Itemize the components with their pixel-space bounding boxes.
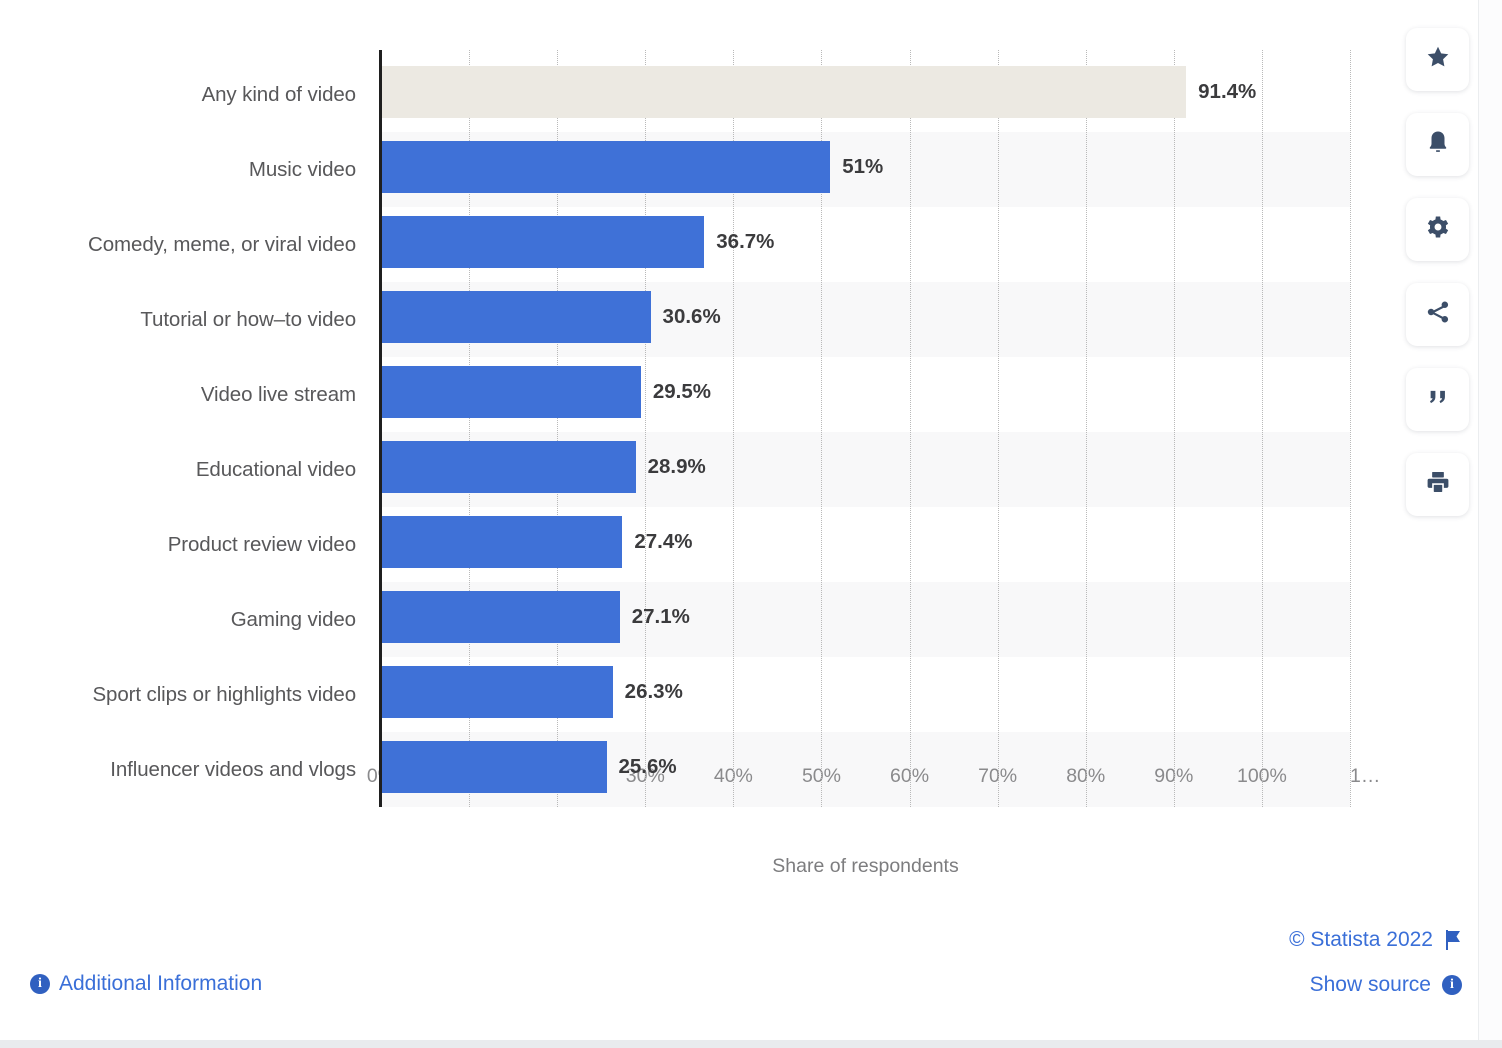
share-icon (1425, 299, 1451, 330)
plot-area: 91.4% 51% 36.7% 30.6% 29.5% 28.9% 27.4% 27.1% 26… (379, 50, 1351, 807)
bar-value-label: 51% (842, 154, 884, 178)
bar[interactable] (381, 140, 831, 193)
category-label: Product review video (167, 533, 356, 556)
bar-value-label: 30.6% (662, 304, 721, 328)
flag-icon (1444, 930, 1462, 950)
bar[interactable] (381, 65, 1187, 118)
bar-value-label: 28.9% (647, 454, 706, 478)
copyright-statista[interactable]: © Statista 2022 (1289, 928, 1462, 952)
toolbar-button-print[interactable] (1406, 453, 1469, 516)
bar[interactable] (381, 440, 636, 493)
category-label: Comedy, meme, or viral video (88, 233, 356, 256)
bar-value-label: 27.4% (634, 529, 693, 553)
y-axis-line (379, 50, 382, 807)
info-icon: i (30, 974, 50, 994)
category-label: Music video (248, 158, 356, 181)
gridline (909, 50, 911, 807)
x-axis-title: Share of respondents (772, 855, 959, 877)
bar-value-label: 91.4% (1198, 79, 1257, 103)
bar[interactable] (381, 215, 705, 268)
gridline (997, 50, 999, 807)
bar[interactable] (381, 590, 620, 643)
gear-icon (1425, 214, 1451, 245)
category-label: Video live stream (200, 383, 356, 406)
toolbar-button-settings[interactable] (1406, 198, 1469, 261)
gridline (1261, 50, 1263, 807)
copyright-label: © Statista 2022 (1289, 928, 1433, 951)
bar[interactable] (381, 515, 623, 568)
show-source-link[interactable]: Show source i (1310, 973, 1462, 997)
bar[interactable] (381, 365, 641, 418)
category-label: Sport clips or highlights video (92, 683, 356, 706)
bell-icon (1425, 129, 1451, 160)
quote-icon (1425, 384, 1451, 415)
bar-value-label: 27.1% (631, 604, 690, 628)
category-label: Gaming video (230, 608, 356, 631)
additional-information-link[interactable]: i Additional Information (30, 972, 262, 996)
additional-information-label: Additional Information (59, 972, 263, 995)
category-label: Any kind of video (201, 83, 357, 106)
right-toolbar (1406, 28, 1469, 516)
gridline (1173, 50, 1175, 807)
toolbar-button-alert[interactable] (1406, 113, 1469, 176)
bar-value-label: 25.6% (618, 754, 677, 778)
category-label: Tutorial or how–to video (140, 308, 356, 331)
toolbar-button-share[interactable] (1406, 283, 1469, 346)
gridline (1350, 50, 1351, 807)
x-tick-label: 1… (1350, 765, 1381, 787)
bar[interactable] (381, 665, 613, 718)
bar-value-label: 26.3% (624, 679, 683, 703)
category-label: Educational video (195, 458, 356, 481)
show-source-label: Show source (1309, 973, 1431, 996)
bar[interactable] (381, 740, 607, 793)
print-icon (1425, 469, 1451, 500)
category-label: Influencer videos and vlogs (110, 758, 356, 781)
statista-chart-page: Any kind of video Music video Comedy, meme… (0, 0, 1502, 1048)
toolbar-button-favorite[interactable] (1406, 28, 1469, 91)
bar-chart: Any kind of video Music video Comedy, meme… (0, 0, 1400, 900)
page-bottom-strip (0, 1040, 1502, 1048)
page-right-edge (1478, 0, 1502, 1040)
gridline (1085, 50, 1087, 807)
bar[interactable] (381, 290, 651, 343)
bar-value-label: 29.5% (652, 379, 711, 403)
info-icon: i (1442, 975, 1462, 995)
category-axis-labels: Any kind of video Music video Comedy, meme… (0, 57, 366, 807)
toolbar-button-cite[interactable] (1406, 368, 1469, 431)
star-icon (1425, 44, 1451, 75)
bar-value-label: 36.7% (716, 229, 775, 253)
